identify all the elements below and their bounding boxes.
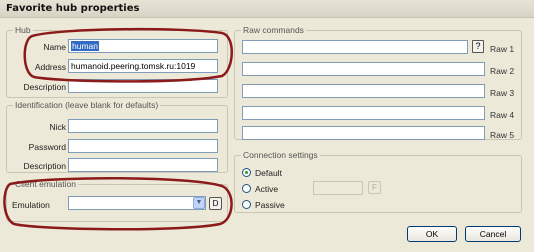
raw-4-label: Raw 4 (490, 110, 515, 120)
raw-1-field[interactable] (242, 40, 468, 54)
client-emulation-legend: Client emulation (13, 179, 78, 189)
raw-help-button[interactable]: ? (472, 40, 484, 53)
hub-description-field[interactable] (68, 79, 218, 93)
name-label: Name (43, 42, 66, 52)
identification-description-field[interactable] (68, 158, 218, 172)
emulation-combo[interactable] (68, 196, 206, 210)
active-ip-field (313, 181, 363, 195)
identification-legend: Identification (leave blank for defaults… (13, 100, 161, 110)
raw-1-label: Raw 1 (490, 44, 515, 54)
dialog-window: Favorite hub properties Hub Name human A… (0, 0, 534, 252)
name-field[interactable]: human (68, 39, 218, 53)
hub-legend: Hub (13, 25, 33, 35)
password-field[interactable] (68, 139, 218, 153)
raw-2-field[interactable] (242, 62, 485, 76)
default-radio[interactable] (242, 168, 251, 177)
hub-description-label: Description (23, 82, 66, 92)
password-label: Password (28, 142, 66, 152)
nick-label: Nick (49, 122, 66, 132)
passive-radio[interactable] (242, 200, 251, 209)
default-radio-label: Default (255, 168, 282, 178)
address-field[interactable]: humanoid.peering.tomsk.ru:1019 (68, 59, 218, 73)
passive-radio-label: Passive (255, 200, 285, 210)
emulation-detect-button[interactable]: D (209, 197, 222, 210)
raw-5-label: Raw 5 (490, 130, 515, 140)
raw-3-label: Raw 3 (490, 88, 515, 98)
active-radio[interactable] (242, 184, 251, 193)
raw-2-label: Raw 2 (490, 66, 515, 76)
raw-5-field[interactable] (242, 126, 485, 140)
title-bar[interactable]: Favorite hub properties (0, 0, 534, 18)
active-ip-button: F (368, 181, 381, 194)
name-value: human (71, 41, 99, 51)
chevron-down-icon[interactable]: ▼ (193, 197, 205, 209)
ok-button[interactable]: OK (407, 226, 457, 242)
active-radio-label: Active (255, 184, 279, 194)
raw-4-field[interactable] (242, 106, 485, 120)
raw-3-field[interactable] (242, 84, 485, 98)
address-label: Address (34, 62, 66, 72)
emulation-label: Emulation (12, 200, 50, 210)
raw-commands-legend: Raw commands (241, 25, 306, 35)
cancel-button[interactable]: Cancel (465, 226, 521, 242)
identification-description-label: Description (23, 161, 66, 171)
connection-settings-legend: Connection settings (241, 150, 320, 160)
window-title: Favorite hub properties (6, 3, 140, 14)
nick-field[interactable] (68, 119, 218, 133)
